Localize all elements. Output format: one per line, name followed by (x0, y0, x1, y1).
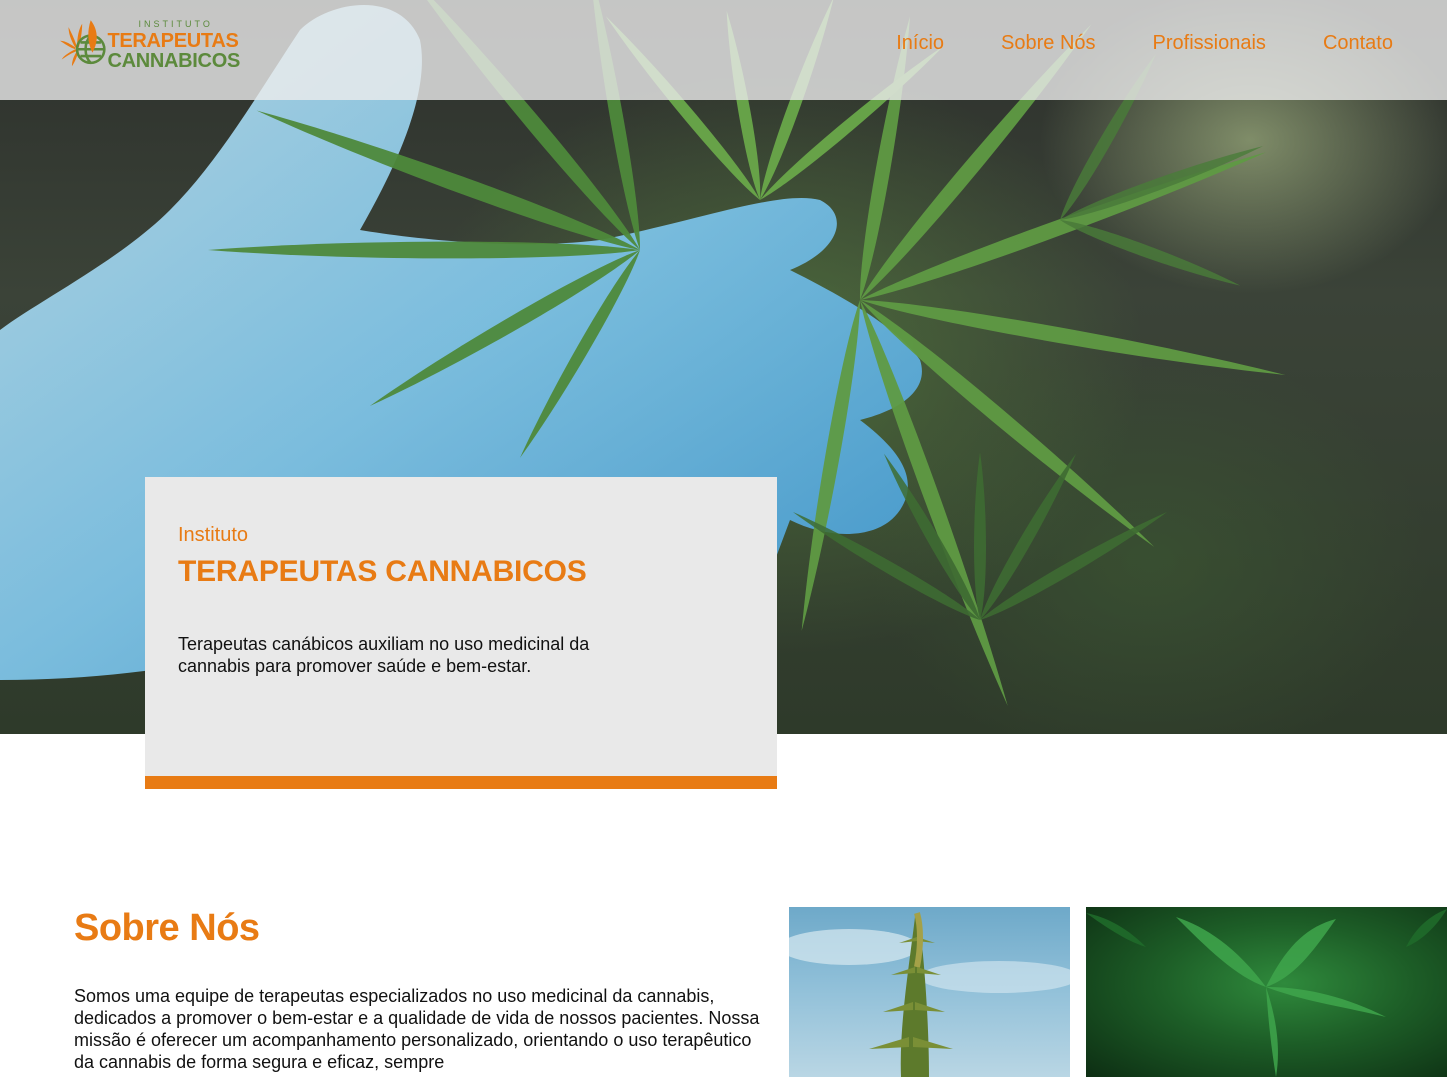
top-navbar: INSTITUTO TERAPEUTAS CANNABICOS Início S… (0, 0, 1447, 100)
hero-kicker: Instituto (178, 524, 249, 546)
logo-line2: CANNABICOS (107, 49, 240, 72)
site-logo[interactable]: INSTITUTO TERAPEUTAS CANNABICOS (60, 14, 240, 76)
hero-title: TERAPEUTAS CANNABICOS (178, 555, 587, 588)
nav-link-contato[interactable]: Contato (1323, 32, 1393, 55)
nav-link-sobre-nos[interactable]: Sobre Nós (1001, 32, 1096, 55)
hero-card: Instituto TERAPEUTAS CANNABICOS Terapeut… (145, 477, 777, 789)
main-menu: Início Sobre Nós Profissionais Contato (839, 32, 1393, 55)
about-text: Somos uma equipe de terapeutas especiali… (74, 986, 760, 1072)
logo-small-text: INSTITUTO (138, 18, 213, 29)
about-photo-green-leaves (1086, 907, 1447, 1077)
nav-link-inicio[interactable]: Início (896, 32, 944, 55)
logo-line1: TERAPEUTAS (107, 29, 239, 52)
cannabis-globe-logo-icon (60, 20, 106, 67)
about-title: Sobre Nós (74, 907, 260, 949)
hero-description: Terapeutas canábicos auxiliam no uso med… (178, 634, 590, 676)
nav-link-profissionais[interactable]: Profissionais (1153, 32, 1266, 55)
about-photo-plant-sky (789, 907, 1070, 1077)
